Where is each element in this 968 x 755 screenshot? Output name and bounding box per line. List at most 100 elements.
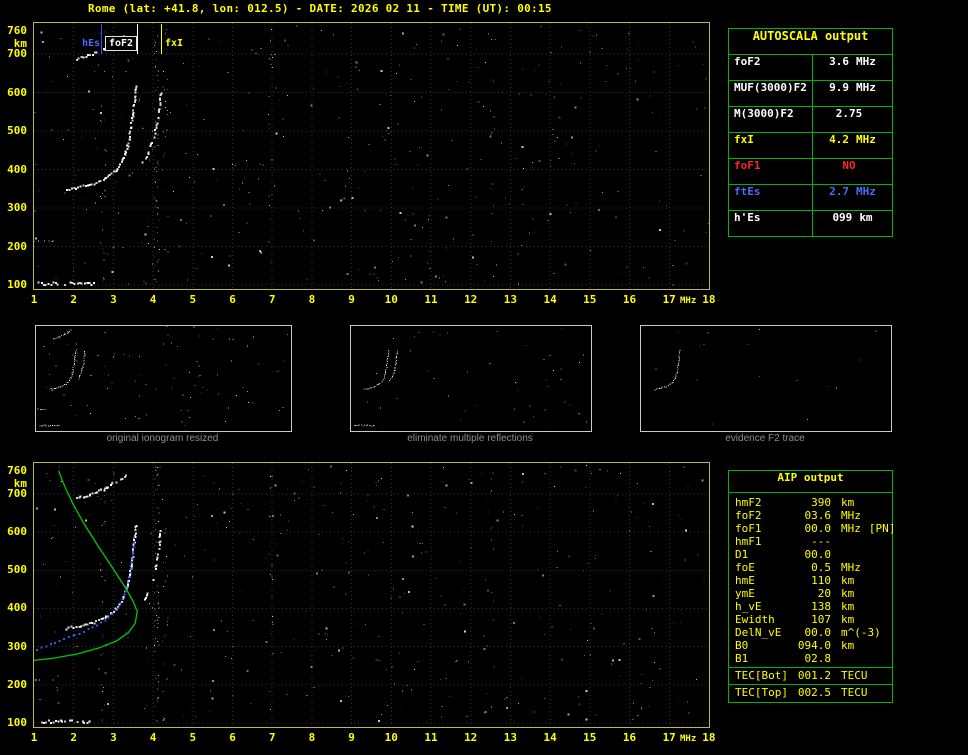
param-name: B1	[735, 652, 749, 665]
param-value: 099 km	[813, 211, 892, 236]
autoscala-output-table: AUTOSCALA output foF2 3.6 MHz MUF(3000)F2…	[728, 28, 893, 237]
autoscala-table-header: AUTOSCALA output	[729, 29, 892, 55]
param-value: 001.2	[797, 669, 831, 682]
x-tick-label: 5	[189, 293, 197, 306]
param-value: 002.5	[797, 686, 831, 699]
x-tick-label: 9	[348, 293, 355, 306]
param-name: D1	[735, 548, 749, 561]
param-name: TEC[Top]	[735, 686, 788, 699]
x-tick-label: 17	[662, 293, 676, 306]
param-name: fxI	[729, 133, 813, 158]
x-tick-label: 15	[583, 731, 597, 744]
x-tick-label: 2	[70, 731, 77, 744]
fof2-marker-line	[137, 24, 138, 54]
autoscala-app-window: Rome (lat: +41.8, lon: 012.5) - DATE: 20…	[0, 0, 968, 755]
table-row-fxi: fxI 4.2 MHz	[729, 133, 892, 159]
window-title: Rome (lat: +41.8, lon: 012.5) - DATE: 20…	[88, 2, 552, 15]
x-tick-label: 18	[702, 731, 716, 744]
thumbnail-original-ionogram	[35, 325, 292, 432]
x-tick-label: 1	[30, 731, 38, 744]
aip-output-table: AIP output hmF2 390 km foF2 03.6 MHz foF1 00.…	[728, 470, 895, 703]
unit-text: km	[841, 496, 855, 509]
thumbnail-canvas-3	[654, 328, 877, 425]
param-value: 03.6	[804, 509, 832, 522]
value-text: 2.7	[829, 185, 849, 198]
aip-row-b0: B0 094.0 km	[729, 639, 892, 652]
value-text: 9.9	[829, 81, 849, 94]
param-name: TEC[Bot]	[735, 669, 788, 682]
param-value: 00.0	[804, 522, 832, 535]
table-row-fof2: foF2 3.6 MHz	[729, 55, 892, 81]
param-name: hmF2	[735, 496, 762, 509]
x-tick-label: 8	[308, 293, 316, 306]
unit-text: TECU	[841, 686, 868, 699]
y-tick-label: 100	[7, 278, 27, 291]
value-text: 2.75	[835, 107, 863, 120]
x-tick-label: 10	[384, 731, 398, 744]
param-value: 20	[817, 587, 831, 600]
param-value: NO	[813, 159, 892, 184]
thumbnail-caption-2: eliminate multiple reflections	[407, 433, 533, 444]
table-row-fof1: foF1 NO	[729, 159, 892, 185]
value-text: 4.2	[829, 133, 849, 146]
param-value: 390	[811, 496, 831, 509]
x-tick-label: 7	[268, 293, 276, 306]
thumbnail-f2-trace	[640, 325, 892, 432]
aip-row-hme: hmE 110 km	[729, 574, 892, 587]
aip-row-tecbot: TEC[Bot] 001.2 TECU	[729, 667, 892, 682]
table-row-ftes: ftEs 2.7 MHz	[729, 185, 892, 211]
y-tick-label: 100	[7, 716, 27, 729]
x-tick-label: 3	[110, 293, 117, 306]
x-tick-label: 6	[229, 731, 236, 744]
param-name: foE	[735, 561, 755, 574]
x-tick-label: 8	[308, 731, 316, 744]
y-tick-label: 400	[7, 601, 27, 615]
x-tick-label: 4	[149, 731, 157, 744]
x-axis-unit-label: MHz	[680, 296, 697, 306]
aip-table-body: hmF2 390 km foF2 03.6 MHz foF1 00.0 MHz [PN] hm…	[729, 493, 895, 702]
param-value: 094.0	[797, 639, 831, 652]
y-tick-label: 500	[7, 124, 27, 138]
unit-text: km	[859, 211, 873, 224]
y-tick-label: 600	[7, 525, 27, 539]
x-tick-label: 7	[268, 731, 276, 744]
y-tick-label: 760	[7, 24, 27, 37]
ftes-marker-line	[101, 24, 102, 54]
param-value: 00.0	[804, 626, 832, 639]
x-tick-label: 12	[464, 731, 478, 744]
aip-row-foe: foE 0.5 MHz	[729, 561, 892, 574]
value-text: 3.6	[829, 55, 849, 68]
table-row-m3000f2: M(3000)F2 2.75	[729, 107, 892, 133]
ionogram-canvas-top	[34, 23, 709, 289]
param-name: MUF(3000)F2	[729, 81, 813, 106]
aip-row-fof1: foF1 00.0 MHz [PN]	[729, 522, 895, 535]
param-value: ---	[811, 535, 831, 548]
param-name: h_vE	[735, 600, 762, 613]
y-tick-label: 600	[7, 85, 27, 99]
unit-text: km	[841, 587, 855, 600]
fxi-marker-label: fxI	[165, 38, 184, 49]
x-tick-label: 12	[464, 293, 478, 306]
y-tick-label: 400	[7, 162, 27, 176]
param-name: hmF1	[735, 535, 762, 548]
aip-row-fof2: foF2 03.6 MHz	[729, 509, 892, 522]
y-tick-label: 760	[7, 464, 27, 477]
x-tick-label: 11	[424, 731, 438, 744]
thumbnail-canvas-1	[37, 326, 288, 427]
x-tick-label: 13	[503, 731, 518, 744]
y-tick-label: 200	[7, 677, 27, 691]
thumbnail-caption-3: evidence F2 trace	[725, 433, 805, 444]
param-name: h'Es	[729, 211, 813, 236]
unit-text: MHz	[841, 561, 861, 574]
x-tick-label: 13	[503, 293, 518, 306]
aip-row-hmf2: hmF2 390 km	[729, 496, 892, 509]
x-tick-label: 14	[543, 731, 557, 744]
x-tick-label: 6	[229, 293, 236, 306]
aip-row-ewidth: Ewidth 107 km	[729, 613, 892, 626]
aip-row-b1: B1 02.8	[729, 652, 892, 665]
param-value: 02.8	[804, 652, 832, 665]
table-row-hpes: h'Es 099 km	[729, 211, 892, 236]
unit-text: MHz	[856, 133, 876, 146]
unit-text: km	[841, 574, 855, 587]
param-value: 3.6 MHz	[813, 55, 892, 80]
